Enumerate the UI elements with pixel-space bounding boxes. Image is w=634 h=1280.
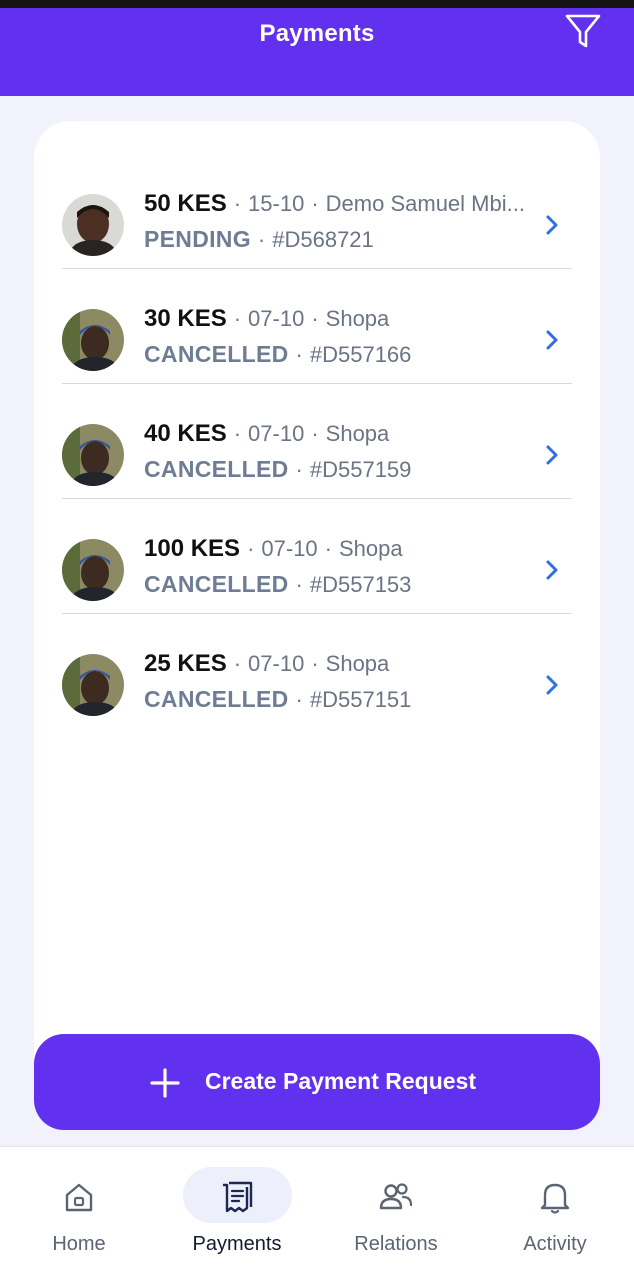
payment-reference: #D557166 (309, 342, 412, 367)
payment-amount: 30 KES (144, 305, 227, 332)
payment-party: Shopa (325, 421, 390, 446)
avatar (62, 539, 124, 601)
payment-party: Shopa (339, 536, 403, 561)
nav-relations[interactable]: Relations (317, 1147, 475, 1280)
chevron-right-icon (546, 330, 558, 350)
avatar (62, 424, 124, 486)
payment-reference: #D557151 (309, 687, 412, 712)
filter-icon[interactable] (564, 12, 602, 52)
app-header: Payments (0, 0, 634, 96)
status-badge: CANCELLED (144, 456, 289, 482)
avatar (62, 194, 124, 256)
payment-date: 07-10 (261, 536, 318, 561)
payment-row[interactable]: 40 KES · 07-10 · Shopa CANCELLED · #D557159 (62, 384, 572, 499)
payments-list: 50 KES · 15-10 · Demo Samuel Mbi... PENDING ·… (34, 121, 600, 1081)
home-icon (65, 1183, 93, 1212)
payment-reference: #D557153 (309, 572, 412, 597)
plus-icon (150, 1068, 180, 1098)
receipt-icon (223, 1181, 253, 1213)
create-payment-request-button[interactable]: Create Payment Request (34, 1034, 600, 1130)
status-badge: CANCELLED (144, 341, 289, 367)
nav-home-label: Home (52, 1233, 106, 1255)
create-payment-request-label: Create Payment Request (205, 1068, 476, 1094)
payment-party: Shopa (325, 306, 390, 331)
chevron-right-icon (546, 560, 558, 580)
avatar (62, 654, 124, 716)
payment-party: Shopa (325, 651, 390, 676)
nav-activity[interactable]: Activity (476, 1147, 634, 1280)
nav-relations-label: Relations (354, 1233, 438, 1255)
bottom-navigation: Home Payments Relations Activity (0, 1146, 634, 1280)
payment-date: 07-10 (248, 421, 305, 446)
payment-amount: 100 KES (144, 535, 241, 562)
page-title: Payments (259, 20, 375, 47)
payment-reference: #D568721 (272, 227, 374, 252)
chevron-right-icon (546, 215, 558, 235)
nav-activity-label: Activity (523, 1233, 587, 1255)
avatar (62, 309, 124, 371)
payment-date: 07-10 (248, 306, 305, 331)
status-badge: CANCELLED (144, 571, 289, 597)
payment-row[interactable]: 30 KES · 07-10 · Shopa CANCELLED · #D557166 (62, 269, 572, 384)
payment-date: 15-10 (248, 191, 305, 216)
status-badge: CANCELLED (144, 686, 289, 712)
bell-icon (540, 1183, 570, 1214)
payment-amount: 25 KES (144, 650, 227, 677)
nav-payments-label: Payments (192, 1233, 282, 1255)
status-badge: PENDING (144, 226, 251, 252)
payment-amount: 50 KES (144, 190, 227, 217)
payment-row[interactable]: 25 KES · 07-10 · Shopa CANCELLED · #D557151 (62, 614, 572, 729)
nav-home[interactable]: Home (0, 1147, 158, 1280)
payment-date: 07-10 (248, 651, 305, 676)
payment-row[interactable]: 50 KES · 15-10 · Demo Samuel Mbi... PENDING ·… (62, 154, 572, 269)
payment-party: Demo Samuel Mbi... (325, 191, 525, 216)
payment-amount: 40 KES (144, 420, 227, 447)
nav-payments[interactable]: Payments (158, 1147, 316, 1280)
chevron-right-icon (546, 675, 558, 695)
people-icon (379, 1183, 413, 1210)
payment-reference: #D557159 (309, 457, 412, 482)
status-bar (0, 0, 634, 8)
payment-row[interactable]: 100 KES · 07-10 · Shopa CANCELLED · #D557153 (62, 499, 572, 614)
chevron-right-icon (546, 445, 558, 465)
